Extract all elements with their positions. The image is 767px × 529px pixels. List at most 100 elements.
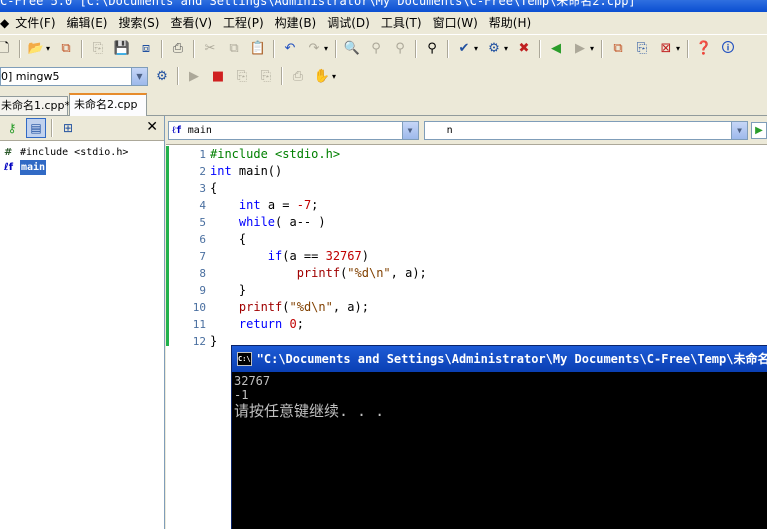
line-number: 3	[199, 182, 206, 195]
file-view-icon[interactable]: ▤	[26, 118, 46, 138]
cut-icon[interactable]: ✂	[200, 39, 220, 59]
line-text: }	[210, 334, 218, 348]
line-number: 8	[199, 267, 206, 280]
file-tabs: 未命名1.cpp* 未命名2.cpp	[0, 90, 767, 116]
toolbar-separator	[161, 39, 163, 58]
bookmark-icon[interactable]: ⧉	[608, 39, 628, 59]
menu-tools[interactable]: 工具(T)	[377, 13, 429, 33]
toolbar-separator	[81, 39, 83, 58]
step-into-icon[interactable]: ⎘	[232, 66, 252, 86]
console-title-bar[interactable]: C:\ "C:\Documents and Settings\Administr…	[232, 346, 767, 372]
compiler-options-icon[interactable]: ⚙	[152, 66, 172, 86]
cfree-window: C-Free 5.0 [C:\Documents and Settings\Ad…	[0, 0, 767, 529]
line-text: }	[210, 283, 247, 297]
paste-icon[interactable]: 📋	[248, 39, 268, 59]
menu-project[interactable]: 工程(P)	[219, 13, 271, 33]
chevron-down-icon[interactable]: ▼	[131, 67, 147, 85]
find-in-files-icon[interactable]: ⚲	[422, 39, 442, 59]
menu-file[interactable]: 文件(F)	[11, 13, 62, 33]
run-icon[interactable]: ▶	[184, 66, 204, 86]
toolbar-separator	[177, 67, 179, 85]
function-select[interactable]: ℓf main ▼	[168, 120, 419, 140]
close-file-icon[interactable]: ⎘	[88, 39, 108, 59]
find-icon[interactable]: 🔍	[342, 39, 362, 59]
bookmark-clear-icon[interactable]: ⊠	[656, 39, 676, 59]
code-line: 6 {	[186, 231, 427, 248]
menu-help[interactable]: 帮助(H)	[485, 13, 538, 33]
find-prev-icon[interactable]: ⚲	[390, 39, 410, 59]
code-lines: 1 #include <stdio.h> 2 int main() 3{ 4 int…	[186, 146, 427, 350]
tree-item-include[interactable]: # #include <stdio.h>	[0, 145, 164, 160]
tab-file-2[interactable]: 未命名2.cpp	[69, 93, 147, 116]
hand-dropdown-icon[interactable]: ▾	[332, 72, 340, 81]
tab-file-1[interactable]: 未命名1.cpp*	[0, 96, 70, 115]
class-view-icon[interactable]: ⚷	[2, 118, 22, 138]
open-project-icon[interactable]: ⧉	[56, 39, 76, 59]
save-all-icon[interactable]: ⧈	[136, 39, 156, 59]
line-number: 12	[192, 335, 206, 348]
menu-build[interactable]: 构建(B)	[271, 13, 324, 33]
line-text: {	[210, 232, 247, 246]
include-icon: #	[4, 147, 13, 158]
chevron-down-icon[interactable]: ▼	[401, 121, 418, 139]
build-icon[interactable]: ✔	[454, 39, 474, 59]
line-number: 9	[199, 284, 206, 297]
stop-build-icon[interactable]: ✖	[514, 39, 534, 59]
line-text: if(a == 32767)	[267, 249, 369, 263]
undo-icon[interactable]: ↶	[280, 39, 300, 59]
menu-view[interactable]: 查看(V)	[166, 13, 219, 33]
toolbar-separator	[193, 39, 195, 58]
toolbar-separator	[687, 39, 689, 58]
stop-icon[interactable]: ■	[208, 66, 228, 86]
code-line: 4 int a = -7;	[186, 197, 427, 214]
function-select-value: main	[187, 124, 212, 136]
menu-debug[interactable]: 调试(D)	[323, 13, 377, 33]
compile-icon[interactable]: ⚙	[484, 39, 504, 59]
toolbar-separator	[601, 39, 603, 58]
line-number: 2	[199, 165, 206, 178]
toolbar-separator	[415, 39, 417, 58]
forward-dropdown-icon[interactable]: ▾	[590, 44, 598, 53]
print-icon[interactable]: ⎙	[168, 39, 188, 59]
open-folder-icon[interactable]: 📂	[26, 39, 46, 59]
chevron-down-icon[interactable]: ▼	[731, 121, 748, 139]
toolbar-separator	[335, 39, 337, 58]
bookmark-dropdown-icon[interactable]: ▾	[676, 44, 684, 53]
go-arrow-icon[interactable]: ▶	[751, 121, 767, 139]
new-file-icon[interactable]: 🗋	[0, 39, 14, 59]
hand-icon[interactable]: ✋	[312, 66, 332, 86]
open-dropdown-icon[interactable]: ▾	[46, 44, 54, 53]
compile-dropdown-icon[interactable]: ▾	[504, 44, 512, 53]
code-line: 10 printf("%d\n", a);	[186, 299, 427, 316]
step-over-icon[interactable]: ⎘	[256, 66, 276, 86]
output-view-icon[interactable]: ⊞	[58, 118, 78, 138]
code-line: 1 #include <stdio.h>	[186, 146, 427, 163]
forward-arrow-icon[interactable]: ▶	[570, 39, 590, 59]
tree-item-function[interactable]: ℓf main	[0, 160, 164, 175]
menu-edit[interactable]: 编辑(E)	[63, 13, 115, 33]
build-dropdown-icon[interactable]: ▾	[474, 44, 482, 53]
menu-window[interactable]: 窗口(W)	[429, 13, 485, 33]
compiler-select-value: 0] mingw5	[1, 69, 60, 83]
back-arrow-icon[interactable]: ◀	[546, 39, 566, 59]
line-number: 4	[199, 199, 206, 212]
line-text: printf("%d\n", a);	[296, 266, 427, 280]
about-icon[interactable]: 🛈	[718, 39, 738, 59]
editor-navbar: ℓf main ▼ n ▼ ▶	[166, 116, 767, 145]
code-line: 3{	[186, 180, 427, 197]
redo-icon[interactable]: ↷	[304, 39, 324, 59]
close-icon[interactable]: ✕	[146, 119, 158, 135]
menu-search[interactable]: 搜索(S)	[114, 13, 166, 33]
app-menu-icon[interactable]: ◆	[0, 13, 11, 33]
watch-icon[interactable]: ⎙	[288, 66, 308, 86]
bookmark-next-icon[interactable]: ⎘	[632, 39, 652, 59]
copy-icon[interactable]: ⧉	[224, 39, 244, 59]
compiler-select[interactable]: 0] mingw5 ▼	[0, 66, 148, 86]
save-icon[interactable]: 💾	[112, 39, 132, 59]
redo-dropdown-icon[interactable]: ▾	[324, 44, 332, 53]
find-next-icon[interactable]: ⚲	[366, 39, 386, 59]
console-title: "C:\Documents and Settings\Administrator…	[256, 352, 767, 366]
help-icon[interactable]: ❓	[694, 39, 714, 59]
symbol-select[interactable]: n ▼	[423, 120, 749, 140]
line-number: 7	[199, 250, 206, 263]
